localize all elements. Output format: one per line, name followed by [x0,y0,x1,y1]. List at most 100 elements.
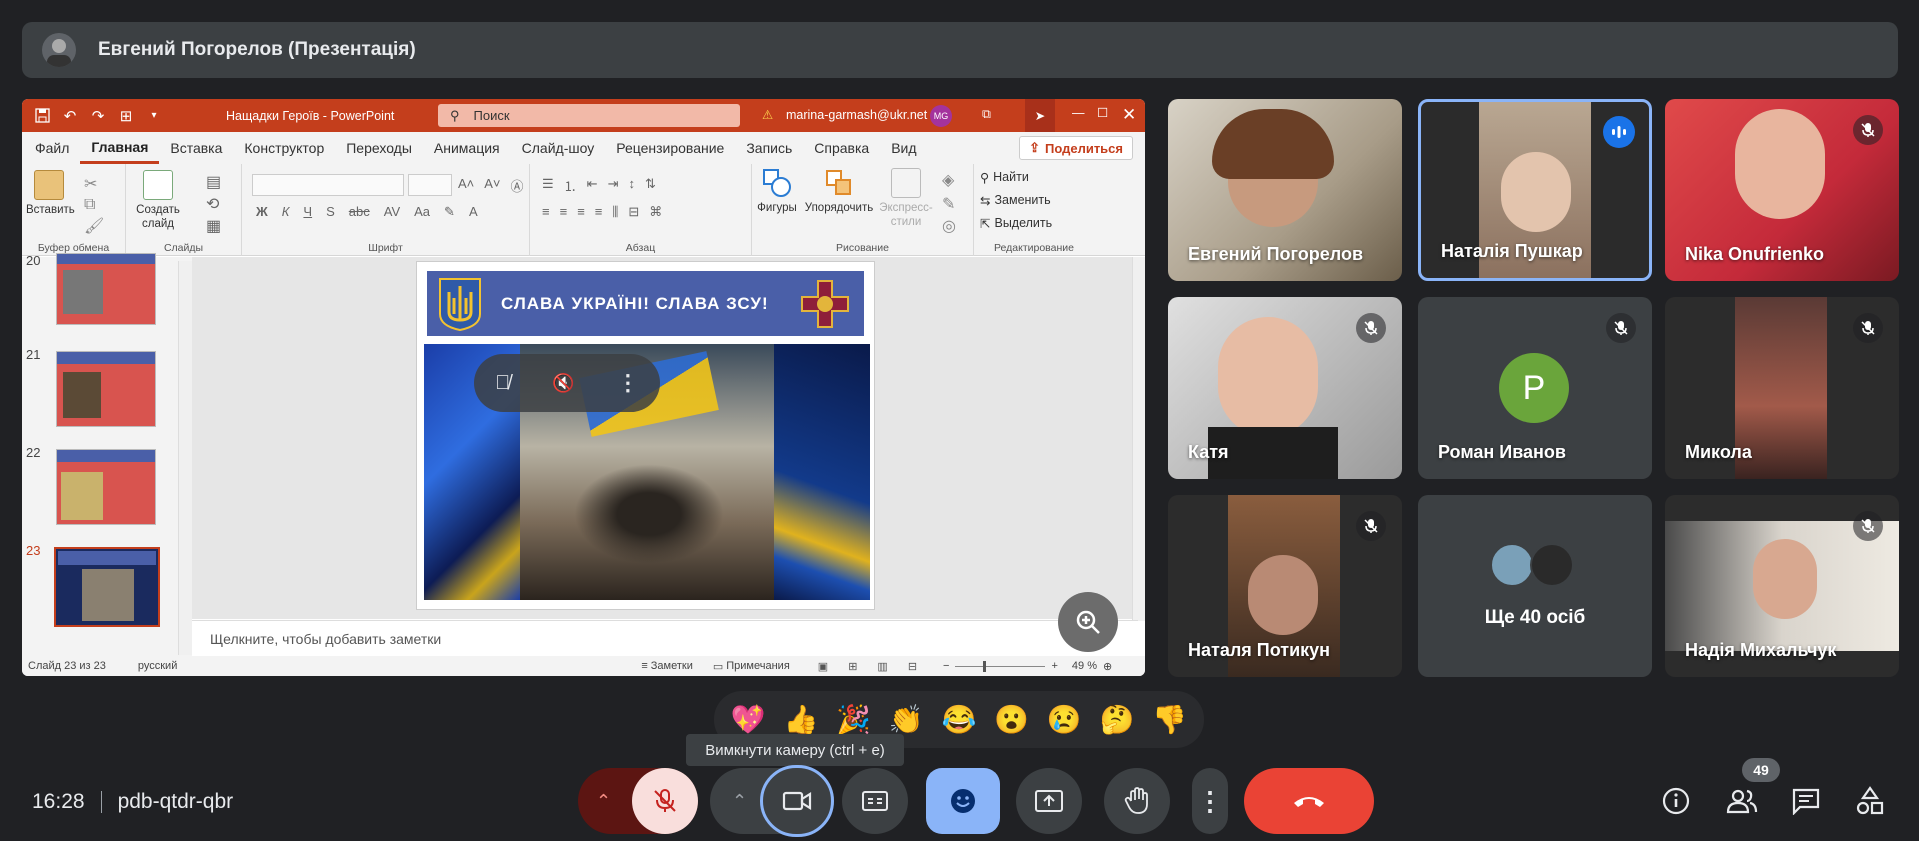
captions-button[interactable] [842,768,908,834]
meeting-details-button[interactable] [1658,783,1694,819]
bold-icon[interactable]: Ж [256,204,268,220]
tab-slideshow[interactable]: Слайд-шоу [511,132,606,164]
participant-tile[interactable]: Надія Михальчук [1665,495,1899,677]
pointer-icon[interactable]: ➤ [1025,99,1055,132]
zoom-button[interactable] [1058,592,1118,652]
participant-tile[interactable]: Катя [1168,297,1402,479]
leave-call-button[interactable] [1244,768,1374,834]
clear-format-icon[interactable]: Ⓐ [511,176,524,195]
tab-insert[interactable]: Вставка [159,132,233,164]
zoom-level[interactable]: 49 % [1072,660,1097,672]
quick-styles-button[interactable]: Экспресс-стили [876,168,936,229]
emoji-button[interactable] [926,768,1000,834]
layout-icon[interactable]: ▤ [206,172,221,192]
shrink-font-icon[interactable]: A˅ [484,176,500,195]
increase-indent-icon[interactable]: ⇥ [608,176,619,195]
shape-effects-icon[interactable]: ◎ [942,216,956,236]
people-button[interactable] [1724,783,1760,819]
redo-icon[interactable]: ↷ [84,99,112,132]
font-size-combo[interactable] [408,174,452,196]
slide-thumb-20[interactable] [56,253,156,325]
copy-icon[interactable]: ⧉ [84,196,95,214]
zoom-in-icon[interactable]: + [1051,660,1057,672]
activities-button[interactable] [1852,783,1888,819]
undo-icon[interactable]: ↶ [56,99,84,132]
thumbs-scrollbar[interactable] [178,261,192,655]
tab-view[interactable]: Вид [880,132,927,164]
reaction-clap[interactable]: 👏 [889,703,924,736]
slide-thumb-22[interactable] [56,449,156,525]
notes-toggle[interactable]: ≡ Заметки [641,660,693,672]
save-icon[interactable] [28,99,56,132]
participant-tile[interactable]: Евгений Погорелов [1168,99,1402,281]
find-button[interactable]: ⚲ Найти [980,170,1029,185]
reaction-surprised[interactable]: 😮 [994,703,1029,736]
align-right-icon[interactable]: ≡ [577,204,585,220]
account-email[interactable]: marina-garmash@ukr.net [786,108,927,122]
tab-transitions[interactable]: Переходы [335,132,423,164]
columns-icon[interactable]: ⫼ [612,204,618,220]
reaction-thinking[interactable]: 🤔 [1099,703,1134,736]
present-button[interactable] [1016,768,1082,834]
align-text-icon[interactable]: ⊟ [628,204,639,220]
share-button[interactable]: ⇪ Поделиться [1019,136,1133,160]
format-painter-icon[interactable]: 🖌 [84,216,104,236]
align-left-icon[interactable]: ≡ [542,204,550,220]
maximize-icon[interactable]: ☐ [1097,105,1108,120]
present-icon[interactable]: ⊞ [112,99,140,132]
reading-view-icon[interactable]: ▥ [877,660,887,673]
comments-toggle[interactable]: ▭ Примечания [713,660,790,673]
shape-fill-icon[interactable]: ◈ [942,170,954,190]
participant-tile[interactable]: Nika Onufrienko [1665,99,1899,281]
strike-icon[interactable]: abc [349,204,370,220]
reaction-party[interactable]: 🎉 [836,703,871,736]
tab-help[interactable]: Справка [803,132,880,164]
text-direction-icon[interactable]: ⇅ [645,176,656,195]
reaction-heart[interactable]: 💖 [731,703,766,736]
raise-hand-button[interactable] [1104,768,1170,834]
shapes-button[interactable]: Фигуры [754,168,800,215]
bullets-icon[interactable]: ☰ [542,176,554,195]
more-participants-tile[interactable]: Ще 40 осіб [1418,495,1652,677]
section-icon[interactable]: ▦ [206,216,221,236]
volume-off-icon[interactable]: 🔇 [552,373,574,394]
align-center-icon[interactable]: ≡ [560,204,568,220]
camera-options-chevron-icon[interactable]: ⌃ [732,791,747,812]
mic-toggle-button[interactable] [632,768,698,834]
arrange-button[interactable]: Упорядочить [800,168,878,215]
grow-font-icon[interactable]: A˄ [458,176,474,195]
highlight-icon[interactable]: ✎ [444,204,455,220]
shape-outline-icon[interactable]: ✎ [942,194,955,214]
sorter-view-icon[interactable]: ⊞ [848,660,857,673]
slide-thumb-21[interactable] [56,351,156,427]
close-icon[interactable]: ✕ [1122,105,1136,125]
participant-tile[interactable]: Наталя Потикун [1168,495,1402,677]
camera-toggle-button[interactable] [760,765,834,837]
reset-icon[interactable]: ⟲ [206,194,219,214]
reaction-sad[interactable]: 😢 [1047,703,1082,736]
mic-off-icon[interactable]: 🎙̸ [495,372,510,395]
line-spacing-icon[interactable]: ↕ [628,176,635,195]
new-slide-button[interactable]: Создать слайд [132,170,184,231]
tab-design[interactable]: Конструктор [233,132,335,164]
paste-button[interactable]: Вставить [26,170,75,217]
slideshow-view-icon[interactable]: ⊟ [908,660,917,673]
participant-tile[interactable]: P Роман Иванов [1418,297,1652,479]
chat-button[interactable] [1788,783,1824,819]
reaction-thumbs-down[interactable]: 👎 [1152,703,1187,736]
zoom-slider[interactable] [955,660,1046,672]
reaction-thumbs-up[interactable]: 👍 [784,703,819,736]
underline-icon[interactable]: Ч [303,204,312,220]
tab-record[interactable]: Запись [735,132,803,164]
select-button[interactable]: ⇱ Выделить [980,216,1052,231]
case-icon[interactable]: Aa [414,204,430,220]
participant-tile[interactable]: Микола [1665,297,1899,479]
font-family-combo[interactable] [252,174,404,196]
participant-tile[interactable]: Наталія Пушкар [1418,99,1652,281]
tab-review[interactable]: Рецензирование [605,132,735,164]
ribbon-display-icon[interactable]: ⧉ [982,107,991,122]
current-slide[interactable]: СЛАВА УКРАЇНІ! СЛАВА ЗСУ! 🎙̸ 🔇 ⋮ [416,261,875,610]
tab-file[interactable]: Файл [24,132,80,164]
normal-view-icon[interactable]: ▣ [818,660,828,673]
font-color-icon[interactable]: A [469,204,478,220]
